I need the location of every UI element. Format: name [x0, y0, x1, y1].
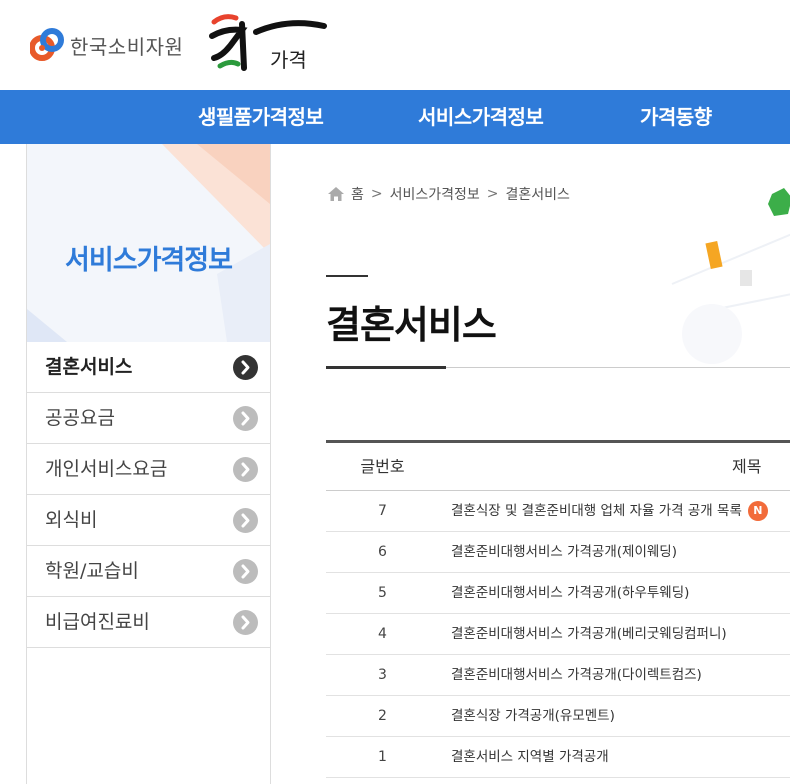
nav-item-service-price[interactable]: 서비스가격정보 — [418, 90, 544, 144]
row-number: 7 — [378, 503, 387, 519]
board-table: 글번호 제목 7 결혼식장 및 결혼준비대행 업체 자율 가격 공개 목록 N 6… — [326, 440, 790, 778]
sidebar-item-dining[interactable]: 외식비 — [27, 495, 270, 546]
sidebar-item-personal-service[interactable]: 개인서비스요금 — [27, 444, 270, 495]
title-rule-bottom — [326, 366, 446, 369]
home-icon[interactable] — [327, 186, 345, 202]
sidebar-item-label: 학원/교습비 — [45, 560, 139, 582]
title-rule-top — [326, 275, 368, 277]
table-row: 4 결혼준비대행서비스 가격공개(베리굿웨딩컴퍼니) — [326, 614, 790, 655]
breadcrumb: 홈 > 서비스가격정보 > 결혼서비스 — [327, 184, 570, 204]
row-title-link[interactable]: 결혼준비대행서비스 가격공개(제이웨딩) — [451, 532, 677, 572]
table-row: 3 결혼준비대행서비스 가격공개(다이렉트컴즈) — [326, 655, 790, 696]
sidebar-item-wedding[interactable]: 결혼서비스 — [27, 342, 270, 393]
table-row: 7 결혼식장 및 결혼준비대행 업체 자율 가격 공개 목록 N — [326, 491, 790, 532]
breadcrumb-level1[interactable]: 서비스가격정보 — [390, 184, 480, 204]
row-number: 2 — [378, 708, 387, 724]
header-decoration — [671, 188, 790, 364]
sidebar-item-non-covered-medical[interactable]: 비급여진료비 — [27, 597, 270, 648]
sidebar-hero: 서비스가격정보 — [27, 144, 270, 342]
brand-text: 가격 — [270, 48, 307, 72]
org-name: 한국소비자원 — [70, 34, 184, 59]
sidebar-item-label: 비급여진료비 — [45, 611, 150, 633]
row-title-link[interactable]: 결혼식장 가격공개(유모멘트) — [451, 696, 615, 736]
sidebar-title: 서비스가격정보 — [65, 245, 233, 276]
sidebar-item-public-fees[interactable]: 공공요금 — [27, 393, 270, 444]
row-number: 5 — [378, 585, 387, 601]
sidebar-menu: 결혼서비스 공공요금 개인서비스요금 외식비 학원/교습비 비급여진료비 — [27, 342, 270, 648]
row-number: 4 — [378, 626, 387, 642]
site-header: 한국소비자원 가격 — [0, 0, 790, 90]
row-title-link[interactable]: 결혼준비대행서비스 가격공개(하우투웨딩) — [451, 573, 689, 613]
chevron-right-icon — [233, 457, 258, 482]
row-title-link[interactable]: 결혼준비대행서비스 가격공개(베리굿웨딩컴퍼니) — [451, 614, 727, 654]
sidebar-item-label: 결혼서비스 — [45, 356, 133, 378]
column-header-no: 글번호 — [360, 457, 405, 476]
table-row: 5 결혼준비대행서비스 가격공개(하우투웨딩) — [326, 573, 790, 614]
nav-item-price-trend[interactable]: 가격동향 — [640, 90, 712, 144]
nav-item-daily-goods[interactable]: 생필품가격정보 — [198, 90, 324, 144]
sidebar: 서비스가격정보 결혼서비스 공공요금 개인서비스요금 외식비 학원/교습비 비급… — [26, 144, 271, 784]
row-title-link[interactable]: 결혼서비스 지역별 가격공개 — [451, 737, 609, 777]
breadcrumb-separator: > — [370, 186, 383, 202]
org-logo-link[interactable]: 한국소비자원 — [29, 28, 184, 62]
board-header: 글번호 제목 — [326, 440, 790, 491]
breadcrumb-home[interactable]: 홈 — [351, 184, 364, 204]
breadcrumb-level2[interactable]: 결혼서비스 — [506, 184, 570, 204]
sidebar-item-label: 개인서비스요금 — [45, 458, 168, 480]
row-number: 6 — [378, 544, 387, 560]
chevron-right-icon — [233, 559, 258, 584]
main-content: 홈 > 서비스가격정보 > 결혼서비스 결혼서비스 글번호 제목 7 결혼식장 … — [272, 144, 790, 784]
chevron-right-icon — [233, 610, 258, 635]
main-nav: 생필품가격정보 서비스가격정보 가격동향 — [0, 90, 790, 144]
row-title-link[interactable]: 결혼준비대행서비스 가격공개(다이렉트컴즈) — [451, 655, 702, 695]
sidebar-item-label: 공공요금 — [45, 407, 115, 429]
table-row: 1 결혼서비스 지역별 가격공개 — [326, 737, 790, 778]
table-row: 2 결혼식장 가격공개(유모멘트) — [326, 696, 790, 737]
page-title: 결혼서비스 — [326, 303, 497, 347]
table-row: 6 결혼준비대행서비스 가격공개(제이웨딩) — [326, 532, 790, 573]
row-title-link[interactable]: 결혼식장 및 결혼준비대행 업체 자율 가격 공개 목록 N — [451, 491, 768, 531]
row-number: 3 — [378, 667, 387, 683]
breadcrumb-separator: > — [486, 186, 499, 202]
row-number: 1 — [378, 749, 387, 765]
row-title: 결혼식장 및 결혼준비대행 업체 자율 가격 공개 목록 — [451, 503, 742, 519]
chevron-right-icon — [233, 406, 258, 431]
column-header-title: 제목 — [732, 457, 762, 476]
kca-logo-icon — [29, 28, 64, 62]
sidebar-item-academy[interactable]: 학원/교습비 — [27, 546, 270, 597]
chevron-right-icon — [233, 355, 258, 380]
new-badge: N — [747, 501, 768, 521]
sidebar-item-label: 외식비 — [45, 509, 98, 531]
chevron-right-icon — [233, 508, 258, 533]
